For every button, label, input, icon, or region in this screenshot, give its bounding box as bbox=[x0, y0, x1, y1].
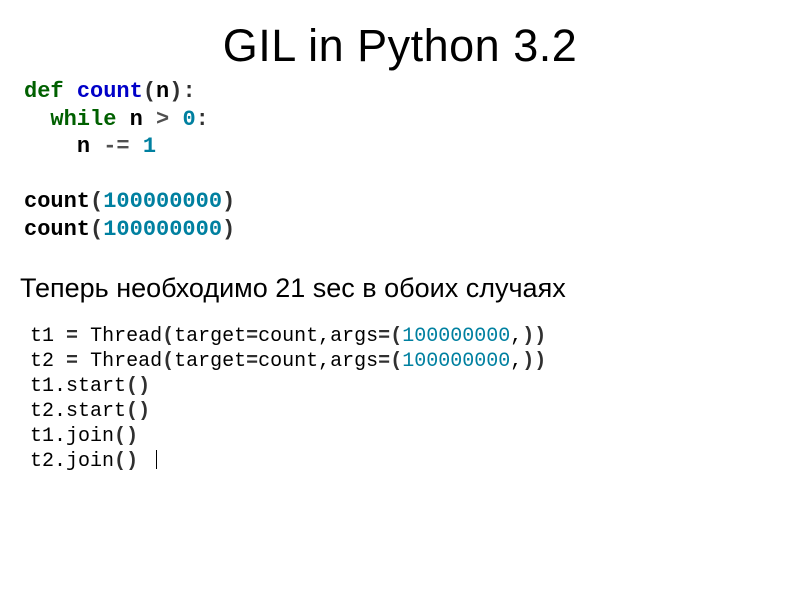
meth-join: join bbox=[66, 425, 114, 448]
param-n: n bbox=[156, 79, 169, 104]
meth-join: join bbox=[66, 450, 114, 473]
op-eq: = bbox=[378, 350, 390, 373]
paren-open: ( bbox=[126, 375, 138, 398]
paren-open: ( bbox=[390, 350, 402, 373]
call-count: count bbox=[24, 217, 90, 242]
paren-open: ( bbox=[90, 189, 103, 214]
text-cursor-icon bbox=[156, 450, 157, 469]
kw-target: target bbox=[174, 350, 246, 373]
code-block-sequential: def count(n): while n > 0: n -= 1 count(… bbox=[0, 78, 800, 243]
colon: : bbox=[196, 107, 209, 132]
num-big: 100000000 bbox=[103, 189, 222, 214]
num-big: 100000000 bbox=[103, 217, 222, 242]
id-t2: t2 bbox=[30, 350, 54, 373]
paren-close: ) bbox=[534, 325, 546, 348]
paren-close: ) bbox=[126, 425, 138, 448]
slide: GIL in Python 3.2 def count(n): while n … bbox=[0, 0, 800, 600]
id-t1: t1 bbox=[30, 375, 54, 398]
id-t1: t1 bbox=[30, 425, 54, 448]
keyword-def: def bbox=[24, 79, 64, 104]
paren-close: ) bbox=[169, 79, 182, 104]
id-thread: Thread bbox=[90, 350, 162, 373]
kw-args: args bbox=[330, 350, 378, 373]
paren-open: ( bbox=[162, 325, 174, 348]
id-t1: t1 bbox=[30, 325, 54, 348]
paren-close: ) bbox=[222, 217, 235, 242]
paren-close: ) bbox=[138, 400, 150, 423]
paren-close: ) bbox=[522, 325, 534, 348]
paren-open: ( bbox=[114, 425, 126, 448]
id-n: n bbox=[77, 134, 90, 159]
slide-title: GIL in Python 3.2 bbox=[0, 0, 800, 78]
paren-open: ( bbox=[162, 350, 174, 373]
op-eq: = bbox=[246, 325, 258, 348]
op-minuseq: -= bbox=[103, 134, 129, 159]
paren-open: ( bbox=[114, 450, 126, 473]
paren-open: ( bbox=[126, 400, 138, 423]
keyword-while: while bbox=[50, 107, 116, 132]
meth-start: start bbox=[66, 400, 126, 423]
caption-text: Теперь необходимо 21 sec в обоих случаях bbox=[0, 243, 800, 310]
code-block-threaded: t1 = Thread(target=count,args=(100000000… bbox=[0, 310, 800, 474]
op-eq: = bbox=[246, 350, 258, 373]
paren-close: ) bbox=[522, 350, 534, 373]
kw-target: target bbox=[174, 325, 246, 348]
meth-start: start bbox=[66, 375, 126, 398]
id-count: count bbox=[258, 325, 318, 348]
id-n: n bbox=[130, 107, 143, 132]
op-eq: = bbox=[66, 325, 78, 348]
op-gt: > bbox=[156, 107, 169, 132]
num-big: 100000000 bbox=[402, 325, 510, 348]
num-zero: 0 bbox=[182, 107, 195, 132]
paren-close: ) bbox=[534, 350, 546, 373]
paren-close: ) bbox=[222, 189, 235, 214]
colon: : bbox=[182, 79, 195, 104]
id-count: count bbox=[258, 350, 318, 373]
id-t2: t2 bbox=[30, 400, 54, 423]
function-name: count bbox=[77, 79, 143, 104]
paren-open: ( bbox=[143, 79, 156, 104]
num-one: 1 bbox=[143, 134, 156, 159]
call-count: count bbox=[24, 189, 90, 214]
id-t2: t2 bbox=[30, 450, 54, 473]
op-eq: = bbox=[378, 325, 390, 348]
op-eq: = bbox=[66, 350, 78, 373]
paren-close: ) bbox=[126, 450, 138, 473]
id-thread: Thread bbox=[90, 325, 162, 348]
paren-close: ) bbox=[138, 375, 150, 398]
paren-open: ( bbox=[90, 217, 103, 242]
num-big: 100000000 bbox=[402, 350, 510, 373]
kw-args: args bbox=[330, 325, 378, 348]
paren-open: ( bbox=[390, 325, 402, 348]
